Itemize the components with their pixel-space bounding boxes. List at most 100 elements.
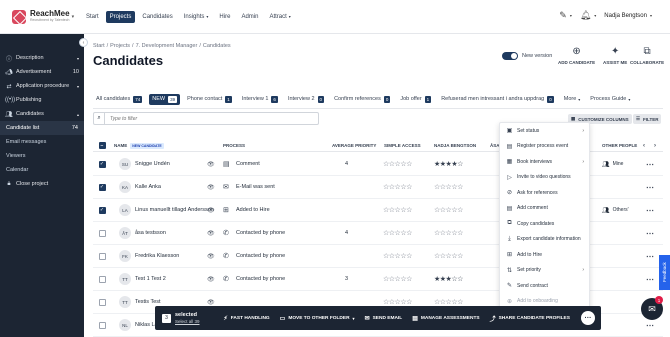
share-candidate-profiles-button[interactable]: ⤴ SHARE CANDIDATE PROFILES [490, 314, 570, 323]
menu-item-copy-candidates[interactable]: ⧉ Copy candidates [500, 216, 589, 232]
nav-candidates[interactable]: Candidates [138, 11, 176, 23]
menu-item-register-process-event[interactable]: ▤ Register process event [500, 139, 589, 155]
eye-icon[interactable]: 👁︎ [207, 230, 219, 237]
menu-item-invite-to-video-questions[interactable]: ▷ Invite to video questions [500, 170, 589, 186]
row-checkbox[interactable]: ✓ [98, 206, 106, 214]
add-candidate-button[interactable]: ⊕ ADD CANDIDATE [558, 46, 595, 65]
select-all-link[interactable]: Select all 39 [175, 319, 200, 324]
row-menu-icon[interactable]: ⋯ [646, 160, 654, 169]
new-version-toggle[interactable]: New version [502, 52, 552, 60]
col-process[interactable]: PROCESS [223, 143, 245, 148]
tab-refuserad-men-intressant-i-andra-uppdrag[interactable]: Refuserad men intressant i andra uppdrag… [438, 94, 557, 105]
filter-input[interactable] [105, 115, 305, 122]
row-checkbox[interactable]: ✓ [98, 160, 106, 168]
send-email-button[interactable]: ✉ SEND EMAIL [365, 314, 403, 323]
menu-item-book-interviews[interactable]: ▦ Book interviews › [500, 154, 589, 170]
menu-item-set-priority[interactable]: ⇅ Set priority › [500, 263, 589, 279]
bell-icon[interactable]: 🔔︎ [580, 10, 591, 21]
col-average-priority[interactable]: AVERAGE PRIORITY [332, 143, 376, 148]
menu-item-add-to-hire[interactable]: ⊞ Add to Hire [500, 247, 589, 263]
nadja-rating[interactable]: ☆☆☆☆☆ [434, 298, 463, 306]
simple-access-rating[interactable]: ☆☆☆☆☆ [383, 229, 412, 237]
eye-icon[interactable]: 👁︎ [207, 253, 219, 260]
nav-start[interactable]: Start [82, 11, 103, 23]
row-menu-icon[interactable]: ⋯ [646, 183, 654, 192]
eye-icon[interactable]: 👁︎ [207, 276, 219, 283]
nav-admin[interactable]: Admin [237, 11, 262, 23]
scroll-right-icon[interactable]: › [654, 143, 656, 149]
search-icon[interactable]: ⌕ [94, 113, 105, 124]
row-checkbox[interactable]: ✓ [98, 183, 106, 191]
tab-interview-1[interactable]: Interview 16 [239, 94, 281, 105]
nav-hire[interactable]: Hire [215, 11, 234, 23]
nadja-rating[interactable]: ★★★★☆ [434, 160, 463, 168]
tab-job-offer[interactable]: Job offer 1 [397, 94, 434, 105]
nav-projects[interactable]: Projects [105, 10, 136, 23]
col-other-people[interactable]: OTHER PEOPLE [602, 143, 637, 148]
eye-icon[interactable]: 👁︎ [207, 184, 219, 191]
tab-all-candidates[interactable]: All candidates 74 [93, 94, 145, 105]
brand-logo[interactable]: ReachMee Recruitment by Talentech ▾ [12, 9, 78, 24]
toggle-switch[interactable] [502, 52, 518, 60]
row-checkbox[interactable] [98, 321, 106, 329]
filter-box[interactable]: ⌕ [93, 112, 319, 125]
user-menu[interactable]: Nadja Bengtson [604, 13, 647, 19]
col-name[interactable]: NAME [114, 143, 127, 148]
nav-insights[interactable]: Insights ▾ [180, 11, 213, 23]
simple-access-rating[interactable]: ☆☆☆☆☆ [383, 275, 412, 283]
sidebar-sub-email-messages[interactable]: Email messages [0, 135, 84, 149]
simple-access-rating[interactable]: ☆☆☆☆☆ [383, 183, 412, 191]
simple-access-rating[interactable]: ☆☆☆☆☆ [383, 298, 412, 306]
chevron-down-icon[interactable]: ▾ [570, 13, 572, 18]
process-guide-button[interactable]: Process Guide ▾ [587, 94, 633, 104]
col-nadja-bengtson[interactable]: NADJA BENGTSON [434, 143, 476, 148]
nadja-rating[interactable]: ☆☆☆☆☆ [434, 252, 463, 260]
row-menu-icon[interactable]: ⋯ [646, 206, 654, 215]
nadja-rating[interactable]: ☆☆☆☆☆ [434, 206, 463, 214]
chevron-down-icon[interactable]: ▾ [650, 13, 652, 18]
row-menu-icon[interactable]: ⋯ [646, 321, 654, 330]
row-checkbox[interactable] [98, 229, 106, 237]
sidebar-sub-calendar[interactable]: Calendar [0, 163, 84, 177]
sidebar-item-description[interactable]: ⓘ Description ▾ [0, 51, 84, 65]
chevron-down-icon[interactable]: ▾ [594, 13, 596, 18]
nav-attract[interactable]: Attract ▾ [265, 11, 294, 23]
collaborate-button[interactable]: ⧉ COLLABORATE [630, 46, 664, 65]
filter-button[interactable]: ☰ FILTER [633, 114, 662, 124]
menu-item-set-status[interactable]: ▣ Set status › [500, 123, 589, 139]
breadcrumb-item[interactable]: Start [93, 43, 105, 49]
row-menu-icon[interactable]: ⋯ [646, 229, 654, 238]
row-menu-icon[interactable]: ⋯ [646, 252, 654, 261]
eye-icon[interactable]: 👁︎ [207, 207, 219, 214]
tab-more[interactable]: More ▾ [561, 94, 584, 104]
more-actions-button[interactable]: ··· [581, 311, 595, 325]
row-checkbox[interactable] [98, 298, 106, 306]
row-checkbox[interactable] [98, 252, 106, 260]
scroll-left-icon[interactable]: ‹ [643, 143, 645, 149]
sidebar-item-advertisement[interactable]: 📣︎ Advertisement 10 [0, 65, 84, 79]
feedback-tab[interactable]: Feedback [659, 255, 670, 290]
col-simple-access[interactable]: SIMPLE ACCESS [384, 143, 421, 148]
tab-new[interactable]: NEW 39 [149, 93, 181, 105]
menu-item-ask-for-references[interactable]: ⊘ Ask for references [500, 185, 589, 201]
manage-assessments-button[interactable]: ▤ MANAGE ASSESSMENTS [412, 314, 479, 323]
tab-phone-contact[interactable]: Phone contact 1 [184, 94, 235, 105]
edit-icon[interactable]: ✎ [559, 10, 567, 21]
sidebar-sub-viewers[interactable]: Viewers [0, 149, 84, 163]
fast-handling-button[interactable]: ⚡︎ FAST HANDLING [224, 314, 270, 323]
sidebar-item-publishing[interactable]: ((•)) Publishing [0, 93, 84, 107]
menu-item-export-candidate-information[interactable]: ⤓ Export candidate information [500, 232, 589, 248]
nadja-rating[interactable]: ☆☆☆☆☆ [434, 229, 463, 237]
tab-interview-2[interactable]: Interview 20 [285, 94, 327, 105]
eye-icon[interactable]: 👁︎ [207, 161, 219, 168]
eye-icon[interactable]: 👁︎ [207, 299, 219, 306]
simple-access-rating[interactable]: ☆☆☆☆☆ [383, 160, 412, 168]
tab-confirm-references[interactable]: Confirm references 0 [331, 94, 393, 105]
sidebar-item-application-procedure[interactable]: ⇄ Application procedure ▾ [0, 79, 84, 93]
simple-access-rating[interactable]: ☆☆☆☆☆ [383, 206, 412, 214]
nadja-rating[interactable]: ★★★☆☆ [434, 275, 463, 283]
menu-item-send-contract[interactable]: ✎ Send contract [500, 278, 589, 294]
nadja-rating[interactable]: ☆☆☆☆☆ [434, 183, 463, 191]
row-checkbox[interactable] [98, 275, 106, 283]
breadcrumb-item[interactable]: 7. Development Manager [136, 43, 198, 49]
